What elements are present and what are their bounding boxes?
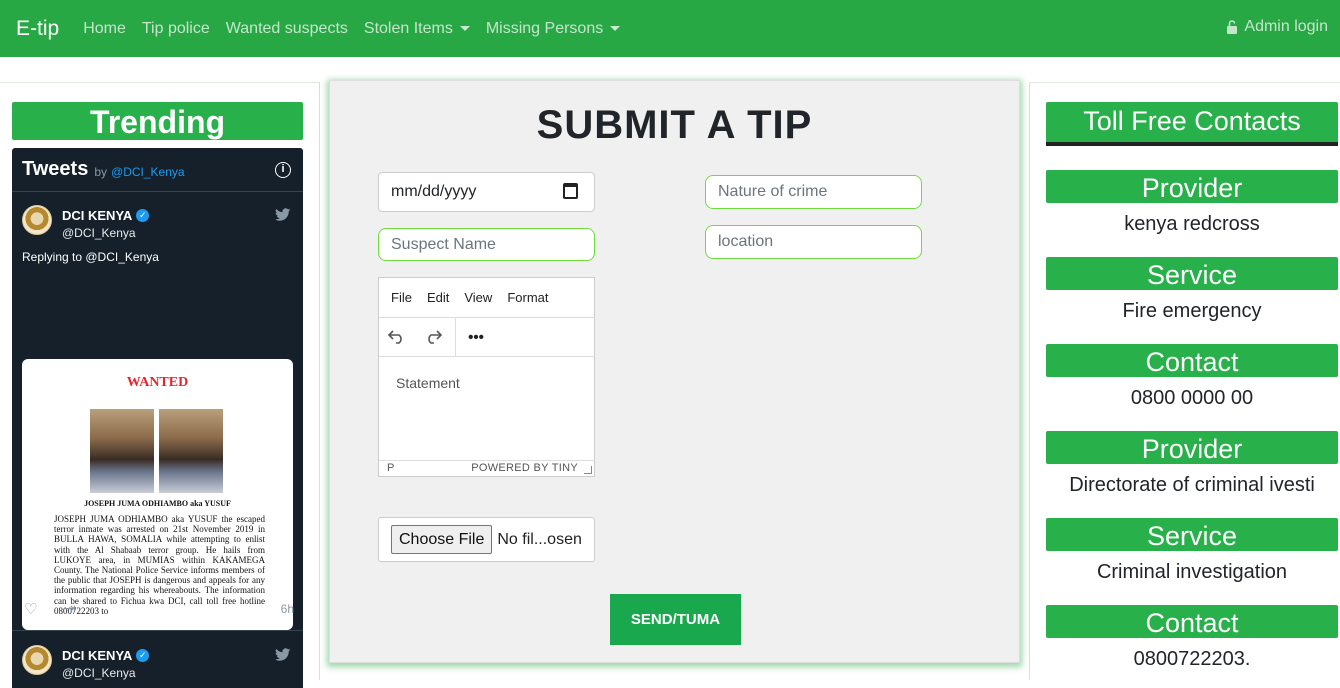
like-heart-icon[interactable]: ♡ bbox=[24, 600, 37, 618]
calendar-icon[interactable] bbox=[563, 183, 578, 199]
contact-label-provider: Provider bbox=[1046, 431, 1338, 464]
info-icon[interactable]: i bbox=[275, 162, 291, 178]
tweet-time[interactable]: 6h bbox=[281, 602, 294, 616]
date-input[interactable]: mm/dd/yyyy bbox=[378, 172, 595, 212]
contact-value-contact: 0800 0000 00 bbox=[1130, 387, 1254, 409]
trending-column: Trending Tweets by @DCI_Kenya i DCI KENYA… bbox=[0, 82, 320, 688]
brand-logo[interactable]: E-tip bbox=[16, 17, 59, 41]
timeline-title: Tweets bbox=[22, 158, 89, 180]
tweet-divider bbox=[12, 630, 303, 631]
editor-menubar: File Edit View Format bbox=[379, 278, 594, 318]
nav-missing-persons-label: Missing Persons bbox=[485, 19, 604, 37]
statement-textarea[interactable]: Statement bbox=[396, 375, 460, 391]
page-title: SUBMIT A TIP bbox=[536, 103, 813, 147]
undo-icon[interactable] bbox=[379, 318, 415, 357]
timeline-byline: by @DCI_Kenya bbox=[94, 165, 184, 179]
contact-label-contact: Contact bbox=[1046, 344, 1338, 377]
tweet-actions: ♡ ⇥ 6h bbox=[24, 600, 294, 618]
twitter-timeline[interactable]: Tweets by @DCI_Kenya i DCI KENYA ✓ @DCI_Ke… bbox=[12, 148, 303, 688]
file-input[interactable]: Choose File No fil...osen bbox=[378, 517, 595, 562]
nav-stolen-items-dropdown[interactable]: Stolen Items bbox=[364, 20, 470, 38]
resize-handle-icon[interactable] bbox=[584, 466, 592, 474]
nav-tip-police[interactable]: Tip police bbox=[142, 20, 210, 38]
poster-heading: WANTED bbox=[126, 375, 189, 390]
caret-down-icon bbox=[610, 26, 621, 31]
submit-tip-form: SUBMIT A TIP mm/dd/yyyy Suspect Name Nat… bbox=[329, 80, 1020, 663]
send-tip-button[interactable]: SEND/TUMA bbox=[610, 594, 741, 645]
admin-login-label: Admin login bbox=[1244, 18, 1328, 35]
nav-stolen-items-label: Stolen Items bbox=[363, 19, 453, 37]
element-path[interactable]: P bbox=[387, 462, 394, 474]
nature-of-crime-input[interactable]: Nature of crime bbox=[705, 175, 922, 209]
tweet-reply-context[interactable]: Replying to @DCI_Kenya bbox=[22, 250, 159, 264]
avatar[interactable] bbox=[22, 645, 52, 675]
verified-badge-icon: ✓ bbox=[136, 649, 150, 662]
tweet-handle[interactable]: @DCI_Kenya bbox=[62, 226, 136, 240]
menu-edit[interactable]: Edit bbox=[427, 290, 449, 305]
menu-format[interactable]: Format bbox=[507, 290, 548, 305]
by-text: by bbox=[94, 165, 108, 179]
tweet-author-name: DCI KENYA bbox=[62, 648, 133, 663]
contact-label-service: Service bbox=[1046, 257, 1338, 290]
menu-file[interactable]: File bbox=[391, 290, 412, 305]
nav-home[interactable]: Home bbox=[83, 20, 126, 38]
verified-badge-icon: ✓ bbox=[136, 209, 150, 222]
contact-label-contact: Contact bbox=[1046, 605, 1338, 638]
avatar[interactable] bbox=[22, 205, 52, 235]
tweet-card[interactable]: DCI KENYA ✓ @DCI_Kenya Replying to @DCI_K… bbox=[12, 192, 303, 630]
suspect-name-input[interactable]: Suspect Name bbox=[378, 228, 595, 261]
top-navbar: E-tip Home Tip police Wanted suspects St… bbox=[0, 0, 1340, 57]
choose-file-button[interactable]: Choose File bbox=[391, 525, 493, 554]
contact-label-service: Service bbox=[1046, 518, 1338, 551]
trending-heading: Trending bbox=[12, 102, 303, 140]
timeline-handle-link[interactable]: @DCI_Kenya bbox=[111, 165, 185, 179]
statement-editor: File Edit View Format ••• Statement P PO… bbox=[378, 277, 595, 477]
menu-view[interactable]: View bbox=[464, 290, 492, 305]
file-status-label: No fil...osen bbox=[497, 530, 582, 548]
location-input[interactable]: location bbox=[705, 225, 922, 259]
twitter-bird-icon[interactable] bbox=[275, 208, 291, 226]
more-options-icon[interactable]: ••• bbox=[458, 318, 494, 357]
tweet-handle[interactable]: @DCI_Kenya bbox=[62, 666, 136, 680]
admin-login-link[interactable]: Admin login bbox=[1226, 18, 1328, 36]
nav-wanted-suspects[interactable]: Wanted suspects bbox=[226, 20, 348, 38]
contact-value-provider: Directorate of criminal ivesti bbox=[1069, 474, 1315, 496]
tweet-author[interactable]: DCI KENYA ✓ bbox=[62, 648, 150, 663]
suspect-photo-side bbox=[159, 409, 223, 493]
tweet-author-name: DCI KENYA bbox=[62, 208, 133, 223]
contacts-heading: Toll Free Contacts bbox=[1046, 102, 1338, 146]
timeline-header: Tweets by @DCI_Kenya i bbox=[12, 148, 303, 192]
editor-statusbar: P POWERED BY TINY bbox=[379, 460, 594, 476]
share-icon[interactable]: ⇥ bbox=[64, 600, 76, 617]
tweet-image-wanted-poster[interactable]: WANTED JOSEPH JUMA ODHIAMBO aka YUSUF JO… bbox=[22, 359, 293, 630]
contact-value-service: Fire emergency bbox=[1122, 300, 1262, 322]
unlock-icon bbox=[1227, 20, 1238, 34]
powered-by-tiny-link[interactable]: POWERED BY TINY bbox=[471, 462, 578, 474]
nav-missing-persons-dropdown[interactable]: Missing Persons bbox=[485, 19, 621, 38]
poster-suspect-name: JOSEPH JUMA ODHIAMBO aka YUSUF bbox=[84, 499, 231, 508]
redo-icon[interactable] bbox=[415, 318, 451, 357]
contact-label-provider: Provider bbox=[1046, 170, 1338, 203]
suspect-photo-front bbox=[90, 409, 154, 493]
twitter-bird-icon[interactable] bbox=[275, 648, 291, 666]
contact-value-service: Criminal investigation bbox=[1096, 561, 1288, 583]
tweet-author[interactable]: DCI KENYA ✓ bbox=[62, 208, 150, 223]
contact-value-provider: kenya redcross bbox=[1124, 213, 1260, 235]
toll-free-contacts-column: Toll Free Contacts Provider kenya redcro… bbox=[1029, 82, 1340, 680]
toolbar-separator bbox=[455, 317, 456, 357]
contact-value-contact: 0800722203. bbox=[1133, 648, 1251, 670]
caret-down-icon bbox=[459, 26, 470, 31]
date-input-placeholder: mm/dd/yyyy bbox=[391, 183, 477, 200]
editor-toolbar: ••• bbox=[379, 317, 594, 357]
